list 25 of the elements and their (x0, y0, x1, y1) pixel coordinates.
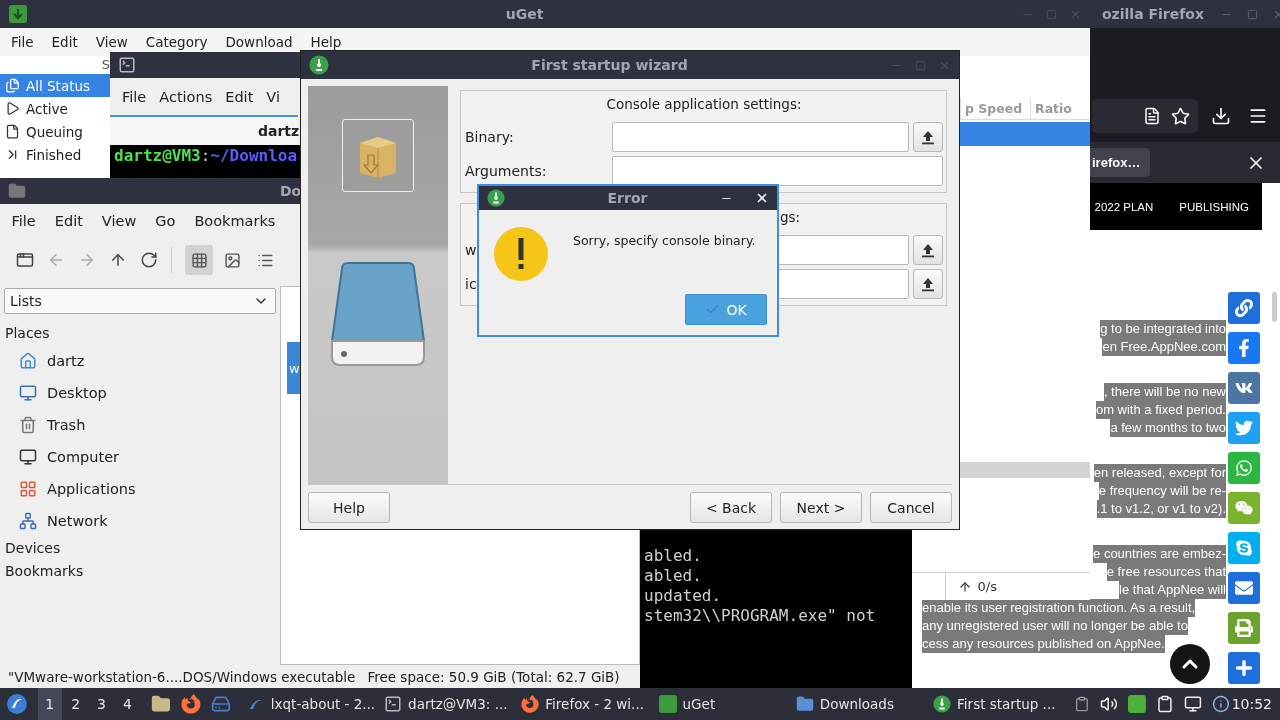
upload-speed: 0/s (977, 579, 997, 594)
clock: 10:52 (1231, 696, 1273, 712)
output-line: updated. (644, 586, 723, 606)
section-header: Bookmarks (4, 562, 85, 581)
error-message: Sorry, specify console binary. (573, 232, 756, 250)
field-label: Binary: (465, 128, 514, 145)
output-line: stem32\\PROGRAM.exe" not (644, 606, 877, 626)
window-title: Do (280, 183, 302, 199)
output-line: abled. (644, 546, 703, 566)
sidebar-header: S (100, 56, 110, 74)
group-title: Console application settings: (605, 95, 803, 114)
field-label: Arguments: (465, 162, 547, 179)
field-label: w (465, 241, 477, 258)
window-title: uGet (504, 6, 545, 22)
window-title: ozilla Firefox (1102, 6, 1204, 22)
prompt-line: dartz@VM3:~/Downloa (114, 146, 299, 166)
dialog-title: Error (606, 190, 649, 206)
section-header: Places (4, 324, 51, 343)
status-text: "VMware-workstation-6....DOS/Windows executable (8, 668, 356, 685)
group-title: gs: (779, 208, 802, 227)
field-label: ic (465, 275, 477, 292)
section-header: Devices (4, 539, 62, 558)
output-line: abled. (644, 566, 703, 586)
window-title: First startup wizard (530, 57, 689, 73)
status-text: Free space: 50.9 GiB (Total: 62.7 GiB) (367, 668, 620, 685)
